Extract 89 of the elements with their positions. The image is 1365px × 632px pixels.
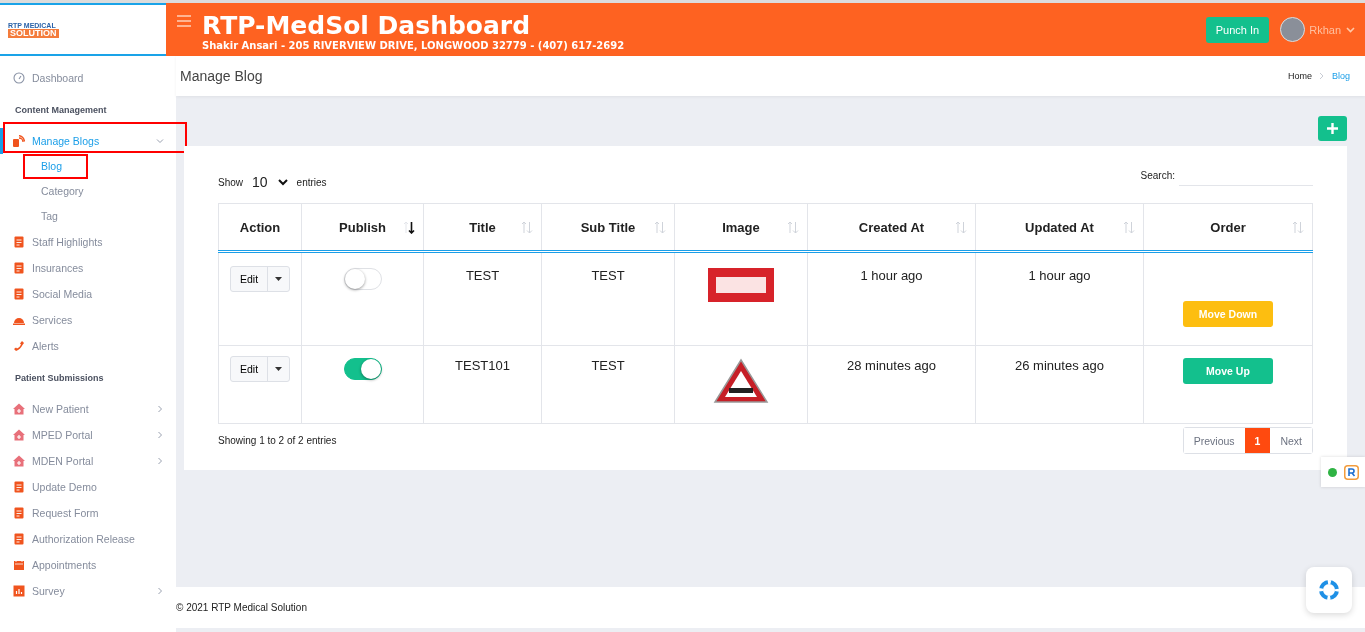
- plus-icon: [1327, 123, 1338, 134]
- document-icon: [13, 288, 25, 300]
- sidebar-item[interactable]: MDEN Portal: [0, 448, 176, 474]
- image-placeholder: [708, 268, 774, 302]
- bar-chart-icon: [13, 585, 25, 597]
- table-cell: TEST: [591, 358, 625, 373]
- breadcrumb-link[interactable]: Home: [1287, 71, 1312, 81]
- sort-arrows-icon[interactable]: [654, 221, 666, 234]
- sidebar-item[interactable]: Insurances: [0, 255, 176, 281]
- column-header[interactable]: Order: [1210, 219, 1246, 235]
- publish-toggle[interactable]: [343, 358, 382, 380]
- sidebar-item[interactable]: Update Demo: [0, 474, 176, 500]
- table-cell: 1 hour ago: [860, 268, 923, 283]
- page-title: Manage Blog: [180, 68, 263, 84]
- table-cell: 28 minutes ago: [847, 358, 936, 373]
- table-cell: TEST: [465, 268, 500, 283]
- house-icon: [13, 455, 25, 467]
- sidebar-item[interactable]: Services: [0, 307, 176, 333]
- chevron-down-icon[interactable]: [1346, 26, 1355, 33]
- house-icon: [13, 403, 25, 415]
- column-header[interactable]: Title: [469, 219, 496, 235]
- clinic-address: Shakir Ansari - 205 RIVERVIEW DRIVE, LONGWOOD 32779 - (407) 617-2692: [202, 40, 626, 52]
- column-header[interactable]: Created At: [858, 219, 925, 235]
- sidebar-section-label: Patient Submissions: [14, 373, 105, 383]
- user-avatar[interactable]: [1280, 17, 1306, 42]
- dashboard-title: RTP-MedSol Dashboard: [202, 11, 532, 40]
- sidebar-item[interactable]: Manage Blogs: [0, 128, 176, 154]
- sidebar-item[interactable]: New Patient: [0, 396, 176, 422]
- menu-icon[interactable]: [177, 14, 191, 27]
- house-icon: [13, 429, 25, 441]
- document-icon: [13, 236, 25, 248]
- user-name[interactable]: Rkhan: [1309, 23, 1341, 36]
- punch-in-button[interactable]: Punch In: [1205, 16, 1270, 43]
- chevron-down-icon: [277, 178, 288, 186]
- caret-icon: [275, 367, 283, 371]
- document-icon: [13, 507, 25, 519]
- column-header[interactable]: Publish: [339, 219, 386, 235]
- chevron-right-icon: [1319, 72, 1325, 80]
- document-icon: [13, 533, 25, 545]
- move-up-button[interactable]: Move Up: [1183, 358, 1273, 384]
- table-cell: TEST: [591, 268, 625, 283]
- column-header[interactable]: Sub Title: [580, 219, 636, 235]
- column-header: Action: [239, 219, 281, 235]
- sort-arrows-icon[interactable]: [521, 221, 533, 234]
- sidebar-item[interactable]: Social Media: [0, 281, 176, 307]
- sort-arrows-icon[interactable]: [787, 221, 799, 234]
- table-info: Showing 1 to 2 of 2 entries: [218, 435, 337, 446]
- sidebar-item[interactable]: Staff Highlights: [0, 229, 176, 255]
- sidebar-item[interactable]: MPED Portal: [0, 422, 176, 448]
- calendar-icon: [13, 559, 25, 571]
- column-header[interactable]: Image: [722, 219, 760, 235]
- copyright-text: © 2021 RTP Medical Solution: [176, 602, 307, 613]
- show-label: Show: [218, 176, 243, 188]
- sidebar-item[interactable]: Appointments: [0, 552, 176, 578]
- sidebar-subitem[interactable]: Blog: [0, 154, 176, 179]
- sidebar-item[interactable]: Dashboard: [0, 65, 176, 91]
- phone-icon: [13, 340, 25, 352]
- sort-arrows-icon[interactable]: [1123, 221, 1135, 234]
- entries-label: entries: [296, 176, 327, 188]
- pagination-button[interactable]: 1: [1244, 428, 1271, 453]
- sidebar-item[interactable]: Alerts: [0, 333, 176, 359]
- table-cell: TEST101: [455, 358, 510, 373]
- lifebuoy-icon: [1319, 580, 1339, 600]
- sidebar-subitem[interactable]: Tag: [0, 204, 176, 229]
- sort-arrows-icon[interactable]: [955, 221, 967, 234]
- column-header[interactable]: Updated At: [1025, 219, 1094, 235]
- table-cell: 26 minutes ago: [1015, 358, 1104, 373]
- document-icon: [13, 262, 25, 274]
- breadcrumb-link[interactable]: Blog: [1332, 71, 1350, 81]
- gauge-icon: [13, 72, 25, 84]
- letter-r-logo-icon: [1343, 464, 1359, 480]
- sort-arrows-icon[interactable]: [1292, 221, 1304, 234]
- document-icon: [13, 481, 25, 493]
- chat-widget[interactable]: [1321, 457, 1365, 487]
- table-cell: 1 hour ago: [1028, 268, 1091, 283]
- sort-descending-icon[interactable]: [403, 221, 415, 234]
- sidebar-item[interactable]: Request Form: [0, 500, 176, 526]
- sidebar-subitem[interactable]: Category: [0, 179, 176, 204]
- online-dot-icon: [1327, 467, 1337, 477]
- sidebar-section-label: Content Management: [14, 105, 108, 115]
- add-button[interactable]: [1318, 116, 1347, 141]
- warning-sign-drawing: [713, 358, 769, 404]
- rss-icon: [13, 135, 25, 147]
- search-label: Search:: [1140, 169, 1175, 181]
- caret-icon: [275, 277, 283, 281]
- sidebar-item[interactable]: Survey: [0, 578, 176, 604]
- page-size-select[interactable]: 10: [248, 174, 292, 190]
- help-button[interactable]: [1306, 567, 1352, 613]
- sidebar-item[interactable]: Authorization Release: [0, 526, 176, 552]
